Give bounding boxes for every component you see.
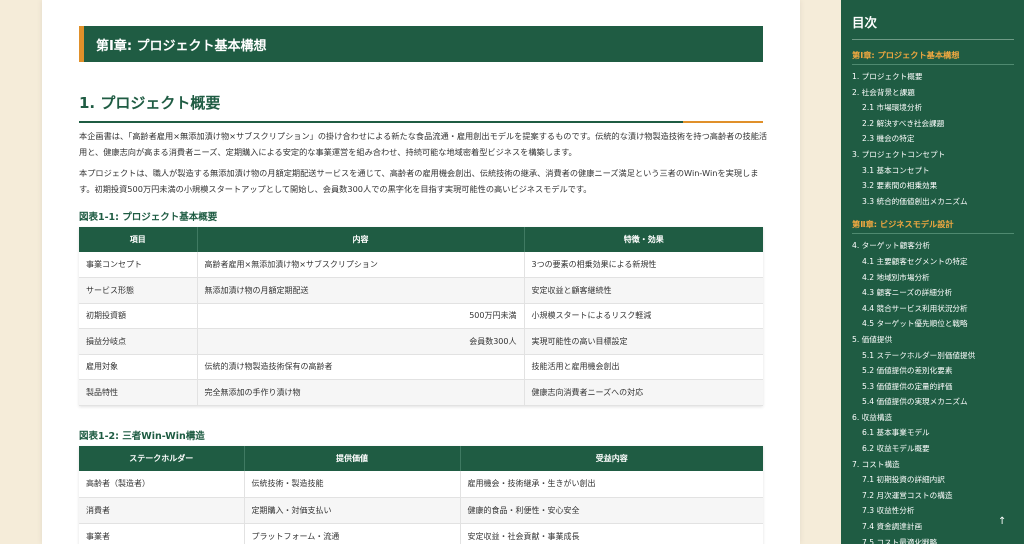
table-cell: 雇用機会・技術継承・生きがい創出 bbox=[460, 471, 763, 498]
column-header: 内容 bbox=[197, 227, 525, 252]
toc-item-link[interactable]: 4. ターゲット顧客分析 bbox=[852, 238, 1024, 254]
table-row: 初期投資額 500万円未満 小規模スタートによるリスク軽減 bbox=[79, 303, 763, 329]
table-of-contents: 目次 第Ⅰ章: プロジェクト基本構想 1. プロジェクト概要 2. 社会背景と課題… bbox=[841, 0, 1024, 544]
toc-item-link[interactable]: 3.2 要素間の相乗効果 bbox=[852, 178, 1024, 194]
table-cell: 技能活用と雇用機会創出 bbox=[524, 354, 763, 380]
toc-part-2-link[interactable]: 第Ⅱ章: ビジネスモデル設計 bbox=[852, 215, 1014, 235]
toc-item-link[interactable]: 2.3 機会の特定 bbox=[852, 131, 1024, 147]
column-header: 特徴・効果 bbox=[524, 227, 763, 252]
table-cell: 雇用対象 bbox=[79, 354, 198, 380]
column-header: ステークホルダー bbox=[79, 446, 245, 471]
table-cell: 定期購入・対価支払い bbox=[244, 497, 461, 524]
toc-item-link[interactable]: 5.2 価値提供の差別化要素 bbox=[852, 363, 1024, 379]
table-cell: 実現可能性の高い目標設定 bbox=[524, 328, 763, 355]
document-page: 第Ⅰ章: プロジェクト基本構想 1. プロジェクト概要 本企画書は、「高齢者雇用… bbox=[42, 0, 800, 544]
toc-item-link[interactable]: 7.1 初期投資の詳細内訳 bbox=[852, 472, 1024, 488]
toc-item-link[interactable]: 4.2 地域別市場分析 bbox=[852, 270, 1024, 286]
table-cell: 高齢者（製造者） bbox=[79, 471, 245, 498]
table-cell: 会員数300人 bbox=[197, 328, 525, 355]
table-cell: 安定収益と顧客継続性 bbox=[524, 277, 763, 304]
table-cell: 無添加漬け物の月額定期配送 bbox=[197, 277, 525, 304]
intro-paragraph-1: 本企画書は、「高齢者雇用×無添加漬け物×サブスクリプション」の掛け合わせによる新… bbox=[79, 131, 768, 157]
table-header-row: 項目 内容 特徴・効果 bbox=[79, 227, 763, 252]
toc-item-link[interactable]: 2. 社会背景と課題 bbox=[852, 85, 1024, 101]
table-cell: 伝統技術・製造技能 bbox=[244, 471, 461, 498]
table-cell: プラットフォーム・流通 bbox=[244, 523, 461, 544]
column-header: 受益内容 bbox=[460, 446, 763, 471]
toc-part-2-list: 4. ターゲット顧客分析 4.1 主要顧客セグメントの特定 4.2 地域別市場分析 4… bbox=[852, 238, 1024, 544]
toc-item-link[interactable]: 7. コスト構造 bbox=[852, 457, 1024, 473]
table-row: 製品特性 完全無添加の手作り漬け物 健康志向消費者ニーズへの対応 bbox=[79, 379, 763, 406]
toc-item-link[interactable]: 4.1 主要顧客セグメントの特定 bbox=[852, 254, 1024, 270]
back-to-top-icon[interactable]: ↑ bbox=[998, 516, 1006, 527]
chapter-header: 第Ⅰ章: プロジェクト基本構想 bbox=[79, 26, 763, 62]
win-win-structure-table: ステークホルダー 提供価値 受益内容 高齢者（製造者） 伝統技術・製造技能 雇用… bbox=[79, 446, 763, 544]
toc-item-link[interactable]: 4.5 ターゲット優先順位と戦略 bbox=[852, 316, 1024, 332]
table-cell: 伝統的漬け物製造技術保有の高齢者 bbox=[197, 354, 525, 380]
column-header: 項目 bbox=[79, 227, 198, 252]
table-cell: 安定収益・社会貢献・事業成長 bbox=[460, 523, 763, 544]
toc-item-link[interactable]: 3.1 基本コンセプト bbox=[852, 163, 1024, 179]
project-overview-table: 項目 内容 特徴・効果 事業コンセプト 高齢者雇用×無添加漬け物×サブスクリプシ… bbox=[79, 227, 763, 406]
toc-item-link[interactable]: 3. プロジェクトコンセプト bbox=[852, 147, 1024, 163]
table-row: 事業コンセプト 高齢者雇用×無添加漬け物×サブスクリプション 3つの要素の相乗効… bbox=[79, 252, 763, 278]
toc-item-link[interactable]: 6. 収益構造 bbox=[852, 410, 1024, 426]
toc-item-link[interactable]: 4.3 顧客ニーズの詳細分析 bbox=[852, 285, 1024, 301]
table-cell: 消費者 bbox=[79, 497, 245, 524]
table-cell: 初期投資額 bbox=[79, 303, 198, 329]
table-cell: 損益分岐点 bbox=[79, 328, 198, 355]
toc-item-link[interactable]: 3.3 統合的価値創出メカニズム bbox=[852, 194, 1024, 210]
toc-item-link[interactable]: 5.1 ステークホルダー別価値提供 bbox=[852, 348, 1024, 364]
table-row: 事業者 プラットフォーム・流通 安定収益・社会貢献・事業成長 bbox=[79, 523, 763, 544]
section-title: 1. プロジェクト概要 bbox=[79, 92, 763, 123]
toc-item-link[interactable]: 6.1 基本事業モデル bbox=[852, 425, 1024, 441]
toc-heading: 目次 bbox=[852, 12, 1014, 40]
table-cell: 健康志向消費者ニーズへの対応 bbox=[524, 379, 763, 406]
toc-item-link[interactable]: 6.2 収益モデル概要 bbox=[852, 441, 1024, 457]
toc-item-link[interactable]: 2.1 市場環境分析 bbox=[852, 100, 1024, 116]
table-row: 消費者 定期購入・対価支払い 健康的食品・利便性・安心安全 bbox=[79, 497, 763, 524]
toc-item-link[interactable]: 4.4 競合サービス利用状況分析 bbox=[852, 301, 1024, 317]
table-cell: 健康的食品・利便性・安心安全 bbox=[460, 497, 763, 524]
intro-paragraph-2: 本プロジェクトは、職人が製造する無添加漬け物の月額定期配送サービスを通じて、高齢… bbox=[79, 168, 759, 194]
toc-item-link[interactable]: 1. プロジェクト概要 bbox=[852, 69, 1024, 85]
toc-part-1-link[interactable]: 第Ⅰ章: プロジェクト基本構想 bbox=[852, 46, 1014, 65]
toc-part-1-list: 1. プロジェクト概要 2. 社会背景と課題 2.1 市場環境分析 2.2 解決すべき… bbox=[852, 69, 1024, 209]
table-row: 雇用対象 伝統的漬け物製造技術保有の高齢者 技能活用と雇用機会創出 bbox=[79, 354, 763, 380]
toc-item-link[interactable]: 5. 価値提供 bbox=[852, 332, 1024, 348]
toc-item-link[interactable]: 2.2 解決すべき社会課題 bbox=[852, 116, 1024, 132]
table-cell: サービス形態 bbox=[79, 277, 198, 304]
figure-2-title: 図表1-2: 三者Win-Win構造 bbox=[79, 431, 205, 442]
table-cell: 小規模スタートによるリスク軽減 bbox=[524, 303, 763, 329]
table-cell: 完全無添加の手作り漬け物 bbox=[197, 379, 525, 406]
table-cell: 事業コンセプト bbox=[79, 252, 198, 278]
figure-1-title: 図表1-1: プロジェクト基本概要 bbox=[79, 212, 218, 223]
table-cell: 500万円未満 bbox=[197, 303, 525, 329]
toc-item-link[interactable]: 5.3 価値提供の定量的評価 bbox=[852, 379, 1024, 395]
toc-item-link[interactable]: 7.5 コスト最適化戦略 bbox=[852, 535, 1024, 544]
table-header-row: ステークホルダー 提供価値 受益内容 bbox=[79, 446, 763, 471]
table-row: 損益分岐点 会員数300人 実現可能性の高い目標設定 bbox=[79, 328, 763, 355]
table-row: サービス形態 無添加漬け物の月額定期配送 安定収益と顧客継続性 bbox=[79, 277, 763, 304]
toc-item-link[interactable]: 7.2 月次運営コストの構造 bbox=[852, 488, 1024, 504]
toc-item-link[interactable]: 5.4 価値提供の実現メカニズム bbox=[852, 394, 1024, 410]
page-margin bbox=[0, 0, 42, 544]
table-cell: 事業者 bbox=[79, 523, 245, 544]
table-cell: 製品特性 bbox=[79, 379, 198, 406]
table-row: 高齢者（製造者） 伝統技術・製造技能 雇用機会・技術継承・生きがい創出 bbox=[79, 471, 763, 498]
table-cell: 高齢者雇用×無添加漬け物×サブスクリプション bbox=[197, 252, 525, 278]
table-cell: 3つの要素の相乗効果による新規性 bbox=[524, 252, 763, 278]
column-header: 提供価値 bbox=[244, 446, 461, 471]
